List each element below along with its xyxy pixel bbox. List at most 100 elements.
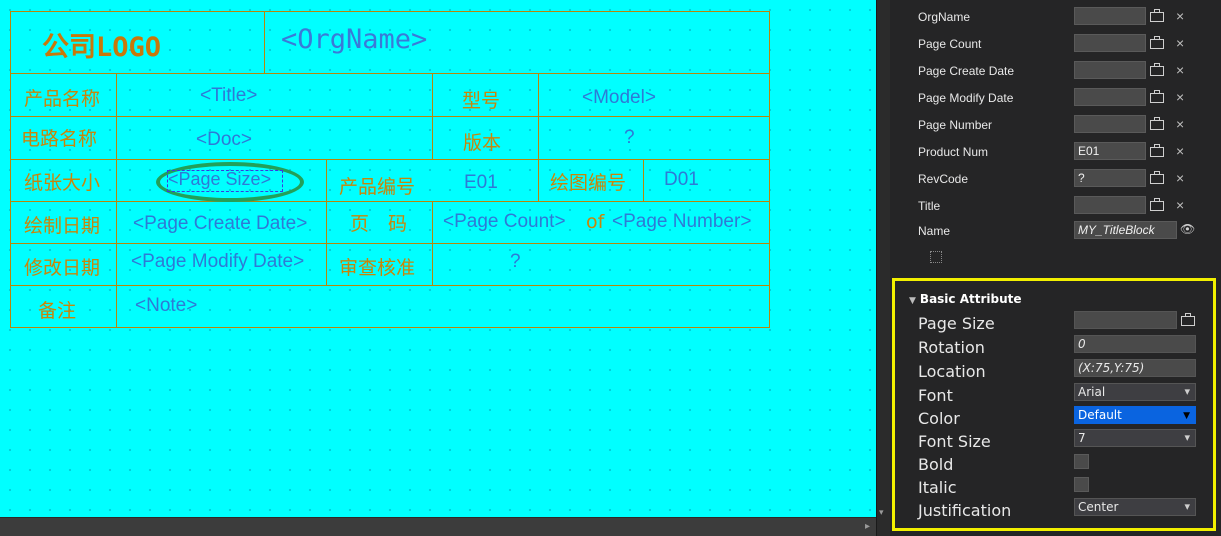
close-icon[interactable]: × bbox=[1176, 117, 1188, 131]
property-input[interactable] bbox=[1074, 88, 1146, 106]
doc-placeholder[interactable]: <Doc> bbox=[196, 129, 252, 151]
property-label: OrgName bbox=[918, 10, 971, 24]
title-placeholder[interactable]: <Title> bbox=[200, 85, 257, 107]
attr-label: Page Size bbox=[918, 314, 995, 333]
attr-row-bold: Bold bbox=[895, 451, 1213, 474]
page-size-placeholder[interactable]: <Page Size> bbox=[168, 169, 271, 190]
clipboard-icon[interactable] bbox=[1149, 8, 1165, 23]
property-input[interactable] bbox=[1074, 115, 1146, 133]
clipboard-icon[interactable] bbox=[1149, 170, 1165, 185]
vertical-scrollbar[interactable]: ▾ bbox=[876, 0, 890, 536]
scroll-right-icon[interactable]: ▸ bbox=[865, 521, 870, 532]
property-input[interactable]: E01 bbox=[1074, 142, 1146, 160]
color-dropdown[interactable]: Default bbox=[1074, 406, 1196, 424]
close-icon[interactable]: × bbox=[1176, 9, 1188, 23]
attr-row-location: Location (X:75,Y:75) bbox=[895, 358, 1213, 381]
note-label[interactable]: 备注 bbox=[38, 296, 76, 323]
close-icon[interactable]: × bbox=[1176, 198, 1188, 212]
clipboard-icon[interactable] bbox=[1180, 312, 1196, 327]
attr-row-italic: Italic bbox=[895, 474, 1213, 497]
page-create-date-placeholder[interactable]: <Page Create Date> bbox=[133, 213, 307, 235]
org-name-placeholder[interactable]: <OrgName> bbox=[281, 24, 427, 55]
company-logo-text[interactable]: 公司LOGO bbox=[42, 25, 161, 64]
clipboard-icon[interactable] bbox=[1149, 197, 1165, 212]
property-label: Page Number bbox=[918, 118, 993, 132]
tb-line-v-mid bbox=[432, 73, 433, 160]
review-value[interactable]: ? bbox=[510, 251, 521, 273]
attr-label: Location bbox=[918, 362, 986, 381]
clipboard-icon[interactable] bbox=[1149, 116, 1165, 131]
property-label: Title bbox=[918, 199, 941, 213]
drawing-number-value[interactable]: D01 bbox=[664, 169, 699, 191]
tb-line-h4 bbox=[10, 201, 770, 202]
page-count-placeholder[interactable]: <Page Count> bbox=[443, 211, 566, 233]
close-icon[interactable]: × bbox=[1176, 144, 1188, 158]
anchor-icon[interactable] bbox=[930, 251, 942, 263]
property-label: Page Create Date bbox=[918, 64, 1015, 78]
note-placeholder[interactable]: <Note> bbox=[135, 295, 197, 317]
tb-line-v-logo bbox=[264, 11, 265, 74]
circuit-name-label[interactable]: 电路名称 bbox=[21, 124, 97, 151]
font-size-dropdown[interactable]: 7 bbox=[1074, 429, 1196, 447]
property-input[interactable] bbox=[1074, 61, 1146, 79]
property-row-page-modify-date: Page Modify Date × bbox=[890, 87, 1221, 109]
tb-line-v-far bbox=[643, 159, 644, 202]
review-label[interactable]: 审查核准 bbox=[339, 253, 415, 280]
attr-row-justification: Justification Center bbox=[895, 497, 1213, 520]
page-size-input[interactable] bbox=[1074, 311, 1177, 329]
design-canvas[interactable]: 公司LOGO <OrgName> 产品名称 <Title> 型号 <Model>… bbox=[0, 0, 876, 517]
close-icon[interactable]: × bbox=[1176, 171, 1188, 185]
collapse-triangle-icon[interactable]: ▼ bbox=[909, 296, 916, 306]
section-title: Basic Attribute bbox=[919, 292, 1022, 306]
scroll-down-icon[interactable]: ▾ bbox=[879, 508, 884, 518]
section-header[interactable]: ▼ Basic Attribute bbox=[909, 292, 1022, 306]
property-row-page-count: Page Count × bbox=[890, 33, 1221, 55]
rotation-input[interactable]: 0 bbox=[1074, 335, 1196, 353]
attr-row-font-size: Font Size 7 bbox=[895, 428, 1213, 451]
product-name-label[interactable]: 产品名称 bbox=[24, 84, 100, 111]
clipboard-icon[interactable] bbox=[1149, 89, 1165, 104]
version-label[interactable]: 版本 bbox=[463, 128, 501, 155]
product-number-label[interactable]: 产品编号 bbox=[339, 172, 415, 199]
tb-border-left bbox=[10, 11, 11, 328]
location-input[interactable]: (X:75,Y:75) bbox=[1074, 359, 1196, 377]
tb-border-right bbox=[769, 11, 770, 328]
property-input[interactable] bbox=[1074, 34, 1146, 52]
modify-date-label[interactable]: 修改日期 bbox=[24, 253, 100, 280]
clipboard-icon[interactable] bbox=[1149, 143, 1165, 158]
name-input[interactable]: MY_TitleBlock bbox=[1074, 221, 1177, 239]
model-label[interactable]: 型号 bbox=[462, 86, 500, 113]
page-modify-date-placeholder[interactable]: <Page Modify Date> bbox=[131, 251, 304, 273]
tb-line-h1 bbox=[10, 73, 770, 74]
close-icon[interactable]: × bbox=[1176, 63, 1188, 77]
clipboard-icon[interactable] bbox=[1149, 35, 1165, 50]
italic-checkbox[interactable] bbox=[1074, 477, 1089, 492]
model-placeholder[interactable]: <Model> bbox=[582, 87, 656, 109]
attr-row-rotation: Rotation 0 bbox=[895, 334, 1213, 357]
close-icon[interactable]: × bbox=[1176, 90, 1188, 104]
product-number-value[interactable]: E01 bbox=[464, 172, 498, 194]
clipboard-icon[interactable] bbox=[1149, 62, 1165, 77]
version-value[interactable]: ? bbox=[624, 127, 635, 149]
horizontal-scrollbar[interactable]: ▸ bbox=[0, 517, 876, 536]
justification-dropdown[interactable]: Center bbox=[1074, 498, 1196, 516]
property-input[interactable] bbox=[1074, 7, 1146, 25]
basic-attribute-section: ▼ Basic Attribute Page Size Rotation 0 Lo… bbox=[892, 278, 1216, 531]
font-dropdown[interactable]: Arial bbox=[1074, 383, 1196, 401]
page-label[interactable]: 页 码 bbox=[350, 209, 407, 236]
property-input[interactable] bbox=[1074, 196, 1146, 214]
tb-line-h2 bbox=[10, 116, 770, 117]
property-input[interactable]: ? bbox=[1074, 169, 1146, 187]
eye-icon[interactable]: 👁 bbox=[1180, 222, 1197, 236]
page-number-placeholder[interactable]: <Page Number> bbox=[612, 211, 751, 233]
close-icon[interactable]: × bbox=[1176, 36, 1188, 50]
drawing-number-label[interactable]: 绘图编号 bbox=[550, 168, 626, 195]
attr-label: Justification bbox=[918, 501, 1012, 520]
tb-line-v-mid2 bbox=[432, 201, 433, 286]
tb-border-bottom bbox=[10, 327, 770, 328]
draw-date-label[interactable]: 绘制日期 bbox=[24, 211, 100, 238]
attr-row-color: Color Default bbox=[895, 405, 1213, 428]
paper-size-label[interactable]: 纸张大小 bbox=[24, 168, 100, 195]
bold-checkbox[interactable] bbox=[1074, 454, 1089, 469]
tb-line-h5 bbox=[10, 243, 770, 244]
